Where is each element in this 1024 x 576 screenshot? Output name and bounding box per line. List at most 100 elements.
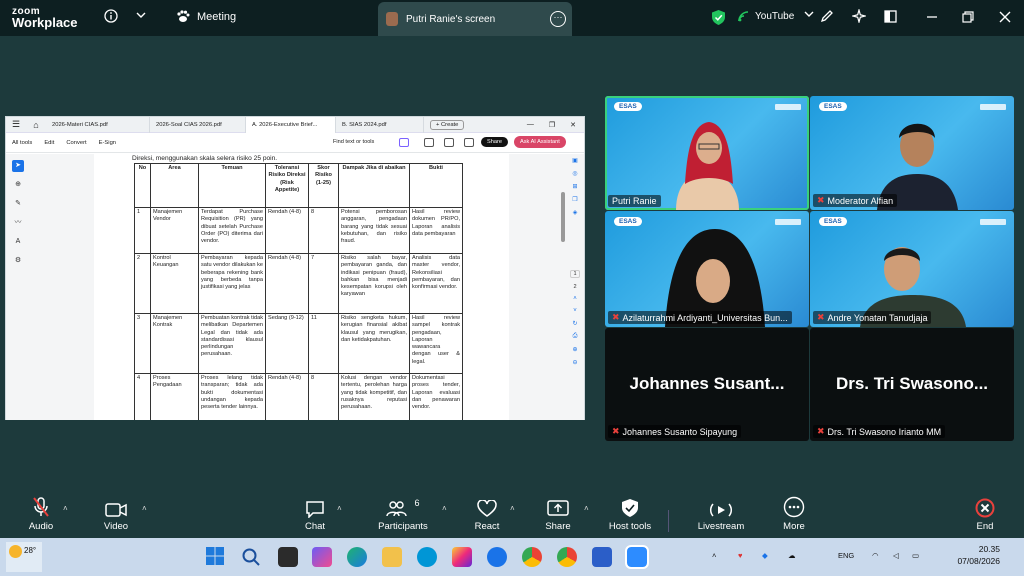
create-button[interactable]: + Create <box>430 119 465 130</box>
participant-tile-azilaturrahmi[interactable]: ESAS ✖ Azilaturrahmi Ardiyanti_Universita… <box>605 211 809 327</box>
language-indicator[interactable]: ENG <box>838 551 854 560</box>
pdf-tab[interactable]: 2026-Materi CIAS.pdf <box>46 116 150 133</box>
pdf-scrollbar[interactable] <box>559 154 567 420</box>
home-icon[interactable]: ⌂ <box>26 120 46 130</box>
participants-button[interactable]: 6 Participants <box>368 494 438 532</box>
participants-options-caret[interactable]: ˄ <box>442 504 447 513</box>
volume-icon[interactable]: ◁ <box>893 551 899 560</box>
close-icon[interactable]: ✕ <box>570 121 576 129</box>
tray-app-icon[interactable]: ♥ <box>738 551 742 560</box>
share-button[interactable]: Share <box>481 137 508 147</box>
participant-tile-tri-swasono[interactable]: Drs. Tri Swasono... ✖ Drs. Tri Swasono Ir… <box>810 328 1014 441</box>
system-clock[interactable]: 20.35 07/08/2026 <box>957 543 1000 567</box>
youtube-stream-indicator[interactable]: YouTube <box>738 10 794 22</box>
pdf-tab[interactable]: 2026-Soal CIAS 2026.pdf <box>150 116 246 133</box>
file-explorer-icon[interactable] <box>382 547 402 567</box>
help-icon[interactable] <box>487 547 507 567</box>
share-screen-tab[interactable]: Putri Ranie's screen ··· <box>378 2 572 36</box>
audio-options-caret[interactable]: ˄ <box>63 504 68 513</box>
menu-edit[interactable]: Edit <box>44 140 54 146</box>
pdf-tab[interactable]: B. SIAS 2024.pdf <box>336 116 424 133</box>
participant-tile-andre[interactable]: ESAS ✖ Andre Yonatan Tanudjaja <box>810 211 1014 327</box>
word-icon[interactable] <box>592 547 612 567</box>
pdf-tab-active[interactable]: A. 2026-Executive Brief... <box>246 116 336 133</box>
menu-esign[interactable]: E-Sign <box>99 140 116 146</box>
save-icon[interactable] <box>464 138 474 147</box>
comment-icon[interactable]: ▣ <box>572 157 578 164</box>
layers-icon[interactable]: ◈ <box>573 209 578 216</box>
bookmark-icon[interactable]: ⊞ <box>572 183 577 190</box>
search-icon[interactable] <box>241 547 261 567</box>
chevron-down-icon[interactable] <box>804 10 814 18</box>
task-view-icon[interactable] <box>278 547 298 567</box>
chrome-icon[interactable] <box>557 547 577 567</box>
shield-check-icon[interactable] <box>712 10 725 25</box>
close-icon[interactable] <box>999 11 1011 23</box>
info-icon[interactable] <box>104 9 118 23</box>
restore-icon[interactable] <box>962 11 974 23</box>
minimize-icon[interactable] <box>926 11 938 23</box>
zoom-tool-icon[interactable]: ⊕ <box>12 179 24 191</box>
view-layout-icon[interactable] <box>884 10 897 23</box>
chevron-down-icon[interactable] <box>136 11 146 19</box>
find-tools-input[interactable]: Find text or tools <box>333 139 374 145</box>
highlight-pen-icon[interactable]: ✎ <box>12 198 24 210</box>
draw-icon[interactable]: 〰 <box>12 217 24 229</box>
react-options-caret[interactable]: ˄ <box>510 504 515 513</box>
battery-icon[interactable]: ▭ <box>912 551 919 560</box>
shared-pdf-window[interactable]: ☰ ⌂ 2026-Materi CIAS.pdf 2026-Soal CIAS … <box>5 116 585 420</box>
tray-overflow-icon[interactable]: ˄ <box>712 551 716 560</box>
chat-options-caret[interactable]: ˄ <box>337 504 342 513</box>
instagram-icon[interactable] <box>452 547 472 567</box>
tray-cloud-icon[interactable]: ☁ <box>788 551 796 560</box>
select-cursor-icon[interactable]: ➤ <box>12 160 24 172</box>
stamp-icon[interactable]: ⚙ <box>12 255 24 267</box>
minimize-icon[interactable]: — <box>527 121 534 129</box>
share-screen-button[interactable]: Share <box>523 494 593 532</box>
ai-summary-icon[interactable]: ◎ <box>572 170 577 177</box>
weather-widget[interactable]: 28° <box>6 542 42 572</box>
video-button[interactable]: Video <box>81 494 151 532</box>
sparkle-icon[interactable] <box>852 9 866 23</box>
page-number-1[interactable]: 1 <box>570 270 580 278</box>
copilot-icon[interactable] <box>312 547 332 567</box>
share-options-caret[interactable]: ˄ <box>584 504 589 513</box>
save-page-icon[interactable]: ⎙ <box>573 333 578 340</box>
ask-ai-assistant-button[interactable]: Ask AI Assistant <box>514 136 566 148</box>
scrollbar-thumb[interactable] <box>561 192 565 242</box>
more-options-icon[interactable]: ··· <box>550 11 566 27</box>
copy-icon[interactable]: ❐ <box>572 196 577 203</box>
more-button[interactable]: More <box>759 494 829 532</box>
zoom-in-icon[interactable]: ⊕ <box>572 346 577 353</box>
host-tools-button[interactable]: Host tools <box>595 494 665 532</box>
react-button[interactable]: React <box>452 494 522 532</box>
end-meeting-button[interactable]: End <box>950 494 1020 532</box>
page-down-icon[interactable]: ˅ <box>573 308 577 314</box>
pen-annotate-icon[interactable] <box>820 9 834 23</box>
menu-all-tools[interactable]: All tools <box>12 140 32 146</box>
print-icon[interactable] <box>424 138 434 147</box>
tray-sync-icon[interactable]: ◆ <box>762 551 768 560</box>
search-icon[interactable] <box>444 138 454 147</box>
ai-tool-icon[interactable] <box>399 138 409 147</box>
audio-button[interactable]: Audio <box>6 494 76 532</box>
windows-start-icon[interactable] <box>205 546 225 566</box>
participant-tile-moderator-alfian[interactable]: ESAS ✖ Moderator Alfian <box>810 96 1014 210</box>
livestream-button[interactable]: Livestream <box>686 494 756 532</box>
page-up-icon[interactable]: ˄ <box>573 296 577 302</box>
hp-icon[interactable] <box>417 547 437 567</box>
edge-icon[interactable] <box>347 547 367 567</box>
restore-icon[interactable]: ❐ <box>549 121 555 129</box>
meeting-tab[interactable]: Meeting <box>176 10 236 23</box>
text-select-icon[interactable]: A <box>12 236 24 248</box>
chrome-profile-icon[interactable] <box>522 547 542 567</box>
participant-tile-johannes[interactable]: Johannes Susant... ✖ Johannes Susanto Sip… <box>605 328 809 441</box>
wifi-icon[interactable]: ◠ <box>872 551 879 560</box>
menu-convert[interactable]: Convert <box>66 140 86 146</box>
participant-tile-putri-ranie[interactable]: ESAS Putri Ranie <box>605 96 809 210</box>
chat-button[interactable]: Chat <box>280 494 350 532</box>
page-number-2[interactable]: 2 <box>570 284 580 290</box>
video-options-caret[interactable]: ˄ <box>142 504 147 513</box>
refresh-icon[interactable]: ↻ <box>572 320 577 327</box>
zoom-app-icon[interactable] <box>625 545 649 569</box>
